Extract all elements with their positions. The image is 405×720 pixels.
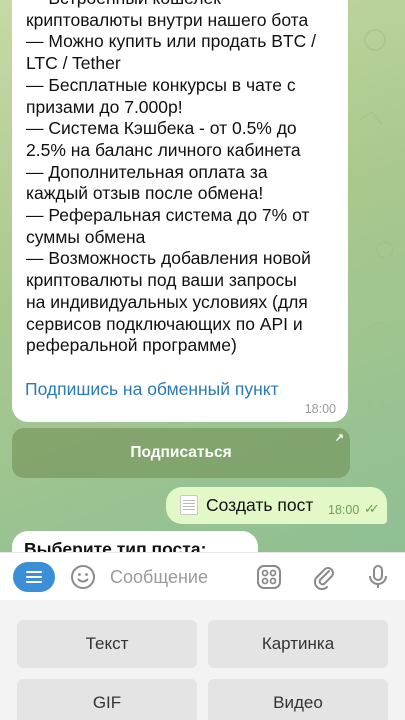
attach-icon[interactable] [311, 564, 337, 590]
external-link-icon: ↗ [334, 432, 344, 444]
reply-keyboard: Текст Картинка GIF Видео [0, 600, 405, 720]
outgoing-message-bubble: Создать пост 18:00 ✓✓ [166, 487, 387, 524]
outgoing-message-time: 18:00 [328, 503, 360, 517]
subscribe-link[interactable]: Подпишись на обменный пункт [25, 379, 279, 400]
partial-message-text: Выберите тип поста: [24, 539, 207, 552]
sticker-icon[interactable] [256, 564, 282, 590]
document-emoji-icon [180, 495, 198, 515]
outgoing-message-text: Создать пост [206, 495, 314, 515]
keyboard-button-gif[interactable]: GIF [17, 679, 197, 720]
subscribe-button-label: Подписаться [130, 444, 232, 461]
message-composer: Сообщение [0, 552, 405, 600]
emoji-icon[interactable] [70, 564, 96, 590]
chat-background: — Встроенный кошелек криптовалюты внутри… [0, 0, 405, 552]
menu-icon[interactable] [13, 562, 55, 592]
double-check-icon: ✓✓ [364, 501, 380, 516]
keyboard-button-image[interactable]: Картинка [208, 620, 388, 668]
keyboard-button-video[interactable]: Видео [208, 679, 388, 720]
message-text: — Встроенный кошелек криптовалюты внутри… [26, 0, 316, 356]
mic-icon[interactable] [366, 564, 390, 590]
incoming-message-bubble: — Встроенный кошелек криптовалюты внутри… [12, 0, 348, 422]
subscribe-button[interactable]: Подписаться ↗ [12, 428, 350, 478]
message-time: 18:00 [304, 402, 336, 416]
message-input[interactable]: Сообщение [110, 567, 208, 588]
partial-message-bubble: Выберите тип поста: [12, 531, 258, 552]
keyboard-button-text[interactable]: Текст [17, 620, 197, 668]
